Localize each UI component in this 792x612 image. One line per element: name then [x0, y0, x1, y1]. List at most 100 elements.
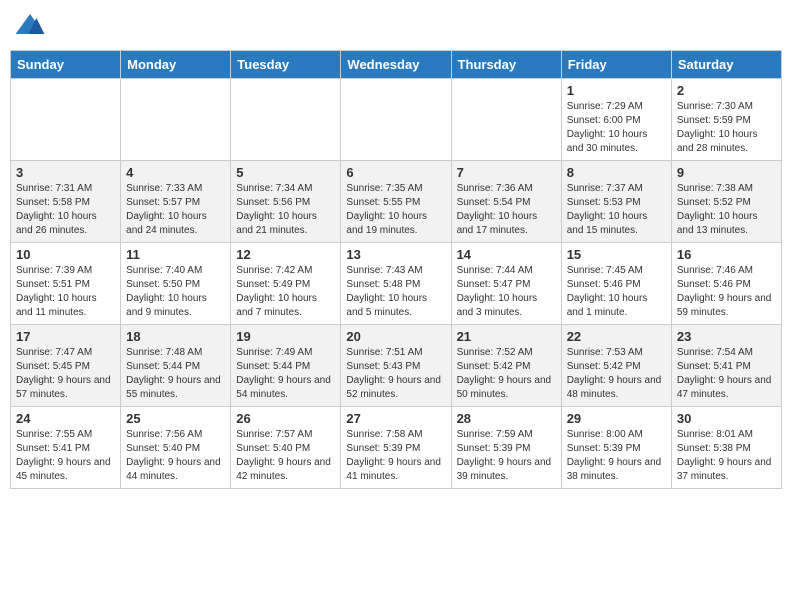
- calendar-cell: 27 Sunrise: 7:58 AMSunset: 5:39 PMDayligh…: [341, 407, 451, 489]
- day-info: Sunrise: 7:53 AMSunset: 5:42 PMDaylight:…: [567, 346, 666, 402]
- calendar-week-2: 3Sunrise: 7:31 AMSunset: 5:58 PMDaylight…: [11, 161, 782, 243]
- calendar-header: SundayMondayTuesdayWednesdayThursdayFrid…: [11, 51, 782, 79]
- calendar-week-1: 1 Sunrise: 7:29 AMSunset: 6:00 PMDaylight…: [11, 79, 782, 161]
- day-number: 27: [346, 411, 445, 426]
- calendar-cell: 25 Sunrise: 7:56 AMSunset: 5:40 PMDayligh…: [121, 407, 231, 489]
- calendar-cell: 22 Sunrise: 7:53 AMSunset: 5:42 PMDayligh…: [561, 325, 671, 407]
- calendar-cell: 7Sunrise: 7:36 AMSunset: 5:54 PMDaylight…: [451, 161, 561, 243]
- day-info: Sunrise: 7:46 AMSunset: 5:46 PMDaylight:…: [677, 264, 776, 320]
- day-info: Sunrise: 7:43 AMSunset: 5:48 PMDaylight:…: [346, 264, 445, 320]
- day-number: 24: [16, 411, 115, 426]
- calendar-cell: 2Sunrise: 7:30 AMSunset: 5:59 PMDaylight…: [671, 79, 781, 161]
- day-info: Sunrise: 7:39 AMSunset: 5:51 PMDaylight:…: [16, 264, 115, 320]
- calendar-cell: 26 Sunrise: 7:57 AMSunset: 5:40 PMDayligh…: [231, 407, 341, 489]
- calendar-cell: 10 Sunrise: 7:39 AMSunset: 5:51 PMDayligh…: [11, 243, 121, 325]
- day-info: Sunrise: 7:29 AMSunset: 6:00 PMDaylight:…: [567, 100, 666, 156]
- weekday-header-monday: Monday: [121, 51, 231, 79]
- weekday-header-tuesday: Tuesday: [231, 51, 341, 79]
- day-info: Sunrise: 7:48 AMSunset: 5:44 PMDaylight:…: [126, 346, 225, 402]
- calendar-cell: 18 Sunrise: 7:48 AMSunset: 5:44 PMDayligh…: [121, 325, 231, 407]
- weekday-header-wednesday: Wednesday: [341, 51, 451, 79]
- day-number: 13: [346, 247, 445, 262]
- calendar-cell: 20Sunrise: 7:51 AMSunset: 5:43 PMDayligh…: [341, 325, 451, 407]
- calendar-cell: 29Sunrise: 8:00 AMSunset: 5:39 PMDayligh…: [561, 407, 671, 489]
- day-number: 7: [457, 165, 556, 180]
- day-number: 16: [677, 247, 776, 262]
- calendar-cell: 19 Sunrise: 7:49 AMSunset: 5:44 PMDayligh…: [231, 325, 341, 407]
- calendar-body: 1 Sunrise: 7:29 AMSunset: 6:00 PMDaylight…: [11, 79, 782, 489]
- day-info: Sunrise: 7:42 AMSunset: 5:49 PMDaylight:…: [236, 264, 335, 320]
- day-info: Sunrise: 7:58 AMSunset: 5:39 PMDaylight:…: [346, 428, 445, 484]
- day-info: Sunrise: 7:38 AMSunset: 5:52 PMDaylight:…: [677, 182, 776, 238]
- day-number: 15: [567, 247, 666, 262]
- day-number: 26: [236, 411, 335, 426]
- calendar-cell: [341, 79, 451, 161]
- day-number: 9: [677, 165, 776, 180]
- calendar-cell: [451, 79, 561, 161]
- calendar-cell: 3Sunrise: 7:31 AMSunset: 5:58 PMDaylight…: [11, 161, 121, 243]
- day-info: Sunrise: 7:51 AMSunset: 5:43 PMDaylight:…: [346, 346, 445, 402]
- day-info: Sunrise: 7:31 AMSunset: 5:58 PMDaylight:…: [16, 182, 115, 238]
- day-info: Sunrise: 8:00 AMSunset: 5:39 PMDaylight:…: [567, 428, 666, 484]
- weekday-header-thursday: Thursday: [451, 51, 561, 79]
- day-info: Sunrise: 7:55 AMSunset: 5:41 PMDaylight:…: [16, 428, 115, 484]
- day-number: 2: [677, 83, 776, 98]
- weekday-header-friday: Friday: [561, 51, 671, 79]
- day-number: 1: [567, 83, 666, 98]
- weekday-header-saturday: Saturday: [671, 51, 781, 79]
- logo-icon: [14, 10, 46, 42]
- day-number: 6: [346, 165, 445, 180]
- calendar-cell: 8 Sunrise: 7:37 AMSunset: 5:53 PMDaylight…: [561, 161, 671, 243]
- calendar-cell: 4Sunrise: 7:33 AMSunset: 5:57 PMDaylight…: [121, 161, 231, 243]
- calendar-cell: 17Sunrise: 7:47 AMSunset: 5:45 PMDayligh…: [11, 325, 121, 407]
- calendar-cell: 24 Sunrise: 7:55 AMSunset: 5:41 PMDayligh…: [11, 407, 121, 489]
- weekday-header-row: SundayMondayTuesdayWednesdayThursdayFrid…: [11, 51, 782, 79]
- day-number: 30: [677, 411, 776, 426]
- calendar-cell: 28 Sunrise: 7:59 AMSunset: 5:39 PMDayligh…: [451, 407, 561, 489]
- calendar-cell: 23 Sunrise: 7:54 AMSunset: 5:41 PMDayligh…: [671, 325, 781, 407]
- day-info: Sunrise: 7:35 AMSunset: 5:55 PMDaylight:…: [346, 182, 445, 238]
- day-number: 10: [16, 247, 115, 262]
- day-number: 21: [457, 329, 556, 344]
- day-number: 19: [236, 329, 335, 344]
- calendar-cell: 6 Sunrise: 7:35 AMSunset: 5:55 PMDaylight…: [341, 161, 451, 243]
- weekday-header-sunday: Sunday: [11, 51, 121, 79]
- day-info: Sunrise: 7:37 AMSunset: 5:53 PMDaylight:…: [567, 182, 666, 238]
- day-number: 28: [457, 411, 556, 426]
- calendar-cell: 21 Sunrise: 7:52 AMSunset: 5:42 PMDayligh…: [451, 325, 561, 407]
- day-number: 17: [16, 329, 115, 344]
- day-info: Sunrise: 7:34 AMSunset: 5:56 PMDaylight:…: [236, 182, 335, 238]
- calendar-week-3: 10 Sunrise: 7:39 AMSunset: 5:51 PMDayligh…: [11, 243, 782, 325]
- day-info: Sunrise: 8:01 AMSunset: 5:38 PMDaylight:…: [677, 428, 776, 484]
- day-info: Sunrise: 7:49 AMSunset: 5:44 PMDaylight:…: [236, 346, 335, 402]
- calendar-cell: 12Sunrise: 7:42 AMSunset: 5:49 PMDayligh…: [231, 243, 341, 325]
- day-info: Sunrise: 7:57 AMSunset: 5:40 PMDaylight:…: [236, 428, 335, 484]
- calendar-cell: 15 Sunrise: 7:45 AMSunset: 5:46 PMDayligh…: [561, 243, 671, 325]
- day-info: Sunrise: 7:59 AMSunset: 5:39 PMDaylight:…: [457, 428, 556, 484]
- day-number: 25: [126, 411, 225, 426]
- calendar-cell: 13 Sunrise: 7:43 AMSunset: 5:48 PMDayligh…: [341, 243, 451, 325]
- calendar-cell: 14Sunrise: 7:44 AMSunset: 5:47 PMDayligh…: [451, 243, 561, 325]
- calendar-week-4: 17Sunrise: 7:47 AMSunset: 5:45 PMDayligh…: [11, 325, 782, 407]
- calendar-cell: [121, 79, 231, 161]
- calendar-table: SundayMondayTuesdayWednesdayThursdayFrid…: [10, 50, 782, 489]
- day-info: Sunrise: 7:56 AMSunset: 5:40 PMDaylight:…: [126, 428, 225, 484]
- day-info: Sunrise: 7:52 AMSunset: 5:42 PMDaylight:…: [457, 346, 556, 402]
- day-number: 14: [457, 247, 556, 262]
- calendar-cell: 30 Sunrise: 8:01 AMSunset: 5:38 PMDayligh…: [671, 407, 781, 489]
- day-number: 8: [567, 165, 666, 180]
- day-number: 22: [567, 329, 666, 344]
- calendar-cell: [231, 79, 341, 161]
- day-info: Sunrise: 7:45 AMSunset: 5:46 PMDaylight:…: [567, 264, 666, 320]
- day-number: 5: [236, 165, 335, 180]
- calendar-week-5: 24 Sunrise: 7:55 AMSunset: 5:41 PMDayligh…: [11, 407, 782, 489]
- calendar-cell: 9 Sunrise: 7:38 AMSunset: 5:52 PMDaylight…: [671, 161, 781, 243]
- day-info: Sunrise: 7:54 AMSunset: 5:41 PMDaylight:…: [677, 346, 776, 402]
- calendar-cell: 11Sunrise: 7:40 AMSunset: 5:50 PMDayligh…: [121, 243, 231, 325]
- day-number: 23: [677, 329, 776, 344]
- calendar-cell: 1 Sunrise: 7:29 AMSunset: 6:00 PMDaylight…: [561, 79, 671, 161]
- calendar-cell: 16 Sunrise: 7:46 AMSunset: 5:46 PMDayligh…: [671, 243, 781, 325]
- page-header: [10, 10, 782, 42]
- day-number: 11: [126, 247, 225, 262]
- day-number: 18: [126, 329, 225, 344]
